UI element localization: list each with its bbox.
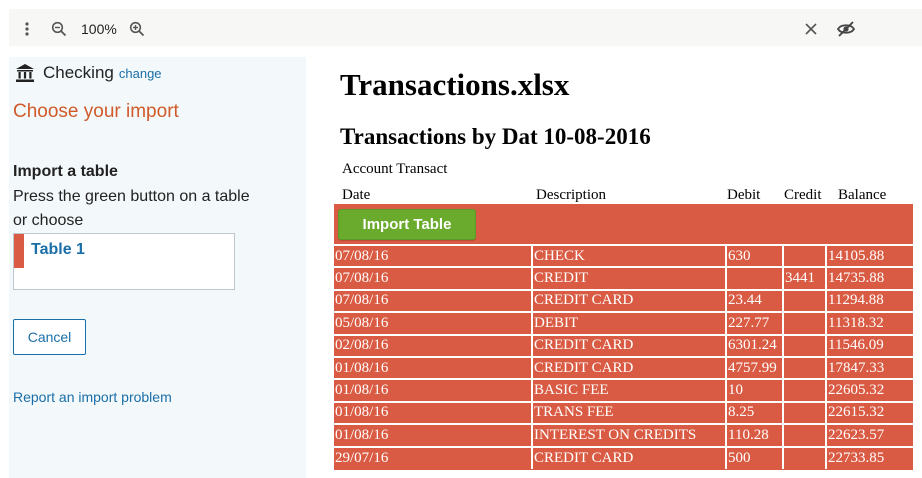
- document-subtitle: Transactions by Dat 10-08-2016: [340, 124, 651, 149]
- table-row: 01/08/16 INTEREST ON CREDITS 110.28 22623.5…: [334, 423, 913, 447]
- table-cell: [783, 400, 827, 425]
- table-cell: [783, 333, 827, 357]
- zoom-out-icon[interactable]: [49, 19, 69, 39]
- transactions-table: 07/08/16 CHECK 630 14105.88 07/08/16 CREDIT 34…: [334, 243, 913, 469]
- document-preview: Transactions.xlsx Transactions by Dat 10…: [306, 57, 922, 478]
- table-cell: CREDIT CARD: [532, 288, 727, 313]
- table-cell: 11546.09: [826, 333, 913, 357]
- choose-import-heading: Choose your import: [13, 101, 179, 122]
- import-sidebar: Checking change Choose your import Impor…: [9, 57, 306, 478]
- table-cell: 29/07/16: [334, 445, 533, 469]
- table-cell: [783, 445, 827, 469]
- table-cell: 07/08/16: [334, 266, 533, 290]
- table-option-1[interactable]: Table 1: [13, 233, 235, 290]
- table-cell: 6301.24: [726, 333, 784, 357]
- table-row: 05/08/16 DEBIT 227.77 11318.32: [334, 311, 913, 335]
- table-row: 07/08/16 CREDIT CARD 23.44 11294.88: [334, 288, 913, 313]
- table-row: 07/08/16 CHECK 630 14105.88: [334, 243, 913, 268]
- table-cell: 01/08/16: [334, 423, 533, 447]
- table-cell: 500: [726, 445, 784, 469]
- table-cell: 17847.33: [826, 355, 913, 380]
- table-cell: [783, 288, 827, 313]
- table-cell: 14105.88: [826, 243, 913, 268]
- table-cell: DEBIT: [532, 311, 727, 335]
- account-header: Checking change: [15, 61, 162, 85]
- table-cell: CREDIT CARD: [532, 333, 727, 357]
- change-account-link[interactable]: change: [119, 66, 162, 81]
- zoom-in-icon[interactable]: [127, 19, 147, 39]
- table-row: 29/07/16 CREDIT CARD 500 22733.85: [334, 445, 913, 469]
- table-cell: 22623.57: [826, 423, 913, 447]
- table-cell: 22605.32: [826, 378, 913, 402]
- table-cell: CREDIT: [532, 266, 727, 290]
- table-cell: [783, 378, 827, 402]
- account-label: Account Transact: [342, 161, 448, 177]
- table-cell: 05/08/16: [334, 311, 533, 335]
- table-row: 01/08/16 TRANS FEE 8.25 22615.32: [334, 400, 913, 425]
- table-cell: 11318.32: [826, 311, 913, 335]
- column-header-date: Date: [342, 187, 371, 203]
- table-cell: 01/08/16: [334, 400, 533, 425]
- table-cell: [726, 266, 784, 290]
- table-cell: 11294.88: [826, 288, 913, 313]
- table-cell: 07/08/16: [334, 243, 533, 268]
- table-row: 01/08/16 BASIC FEE 10 22605.32: [334, 378, 913, 402]
- import-instructions: Press the green button on a table or cho…: [13, 188, 250, 229]
- table-cell: 3441: [783, 266, 827, 290]
- table-color-marker: [14, 234, 24, 268]
- table-cell: [783, 243, 827, 268]
- table-cell: 10: [726, 378, 784, 402]
- table-cell: TRANS FEE: [532, 400, 727, 425]
- table-cell: [783, 311, 827, 335]
- table-option-label: Table 1: [31, 241, 85, 258]
- report-problem-link[interactable]: Report an import problem: [13, 389, 172, 405]
- table-cell: [783, 423, 827, 447]
- table-cell: CREDIT CARD: [532, 355, 727, 380]
- highlighted-table[interactable]: Import Table 07/08/16 CHECK 630 14105.88 07/…: [334, 204, 913, 470]
- close-icon[interactable]: [801, 19, 821, 39]
- table-cell: 110.28: [726, 423, 784, 447]
- table-row: 01/08/16 CREDIT CARD 4757.99 17847.33: [334, 355, 913, 380]
- import-table-heading: Import a table: [13, 163, 118, 180]
- viewer-toolbar: 100%: [9, 9, 922, 46]
- account-name: Checking: [43, 63, 114, 82]
- table-cell: [783, 355, 827, 380]
- cancel-button[interactable]: Cancel: [13, 319, 86, 355]
- table-row: 07/08/16 CREDIT 3441 14735.88: [334, 266, 913, 290]
- table-cell: 14735.88: [826, 266, 913, 290]
- table-cell: 01/08/16: [334, 378, 533, 402]
- document-title: Transactions.xlsx: [340, 67, 570, 102]
- table-cell: CHECK: [532, 243, 727, 268]
- table-cell: BASIC FEE: [532, 378, 727, 402]
- table-cell: 02/08/16: [334, 333, 533, 357]
- more-vertical-icon[interactable]: [17, 19, 37, 39]
- table-cell: INTEREST ON CREDITS: [532, 423, 727, 447]
- hide-preview-icon[interactable]: [835, 18, 857, 40]
- table-cell: 22733.85: [826, 445, 913, 469]
- column-header-debit: Debit: [727, 187, 761, 203]
- column-header-balance: Balance: [838, 187, 887, 203]
- table-cell: 22615.32: [826, 400, 913, 425]
- table-cell: 630: [726, 243, 784, 268]
- column-header-description: Description: [536, 187, 606, 203]
- import-table-button[interactable]: Import Table: [338, 209, 476, 240]
- table-cell: 4757.99: [726, 355, 784, 380]
- table-cell: 07/08/16: [334, 288, 533, 313]
- bank-icon: [15, 63, 35, 83]
- table-cell: CREDIT CARD: [532, 445, 727, 469]
- table-row: 02/08/16 CREDIT CARD 6301.24 11546.09: [334, 333, 913, 357]
- column-header-credit: Credit: [784, 187, 822, 203]
- table-cell: 8.25: [726, 400, 784, 425]
- table-cell: 01/08/16: [334, 355, 533, 380]
- table-cell: 227.77: [726, 311, 784, 335]
- zoom-level: 100%: [81, 21, 117, 37]
- table-cell: 23.44: [726, 288, 784, 313]
